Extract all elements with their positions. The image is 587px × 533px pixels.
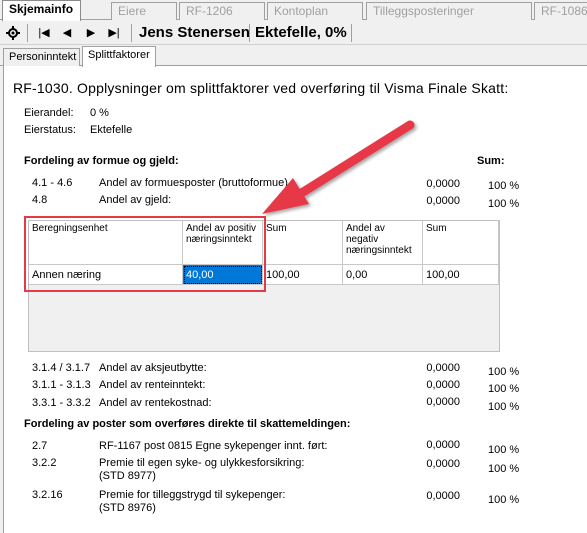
toolbar-separator [249, 24, 250, 42]
row-label: Andel av aksjeutbytte: [99, 362, 207, 374]
grid-header-sum[interactable]: Sum [263, 221, 343, 265]
toolbar-separator [131, 24, 132, 42]
syke-ulykke-sum-pct: 100 % [488, 463, 520, 475]
formue-value-field[interactable]: 0,0000 [336, 176, 464, 192]
sum-heading: Sum: [477, 155, 505, 167]
aksjeutbytte-value-field[interactable]: 0,0000 [336, 360, 464, 376]
grid-cell-andel-negativ[interactable]: 0,00 [343, 265, 423, 285]
page-title: RF-1030. Opplysninger om splittfaktorer … [13, 80, 509, 96]
gear-icon[interactable] [2, 23, 24, 43]
eierstatus-value: Ektefelle [90, 124, 133, 136]
row-code: 3.3.1 - 3.3.2 [32, 397, 91, 409]
previous-record-icon[interactable]: ◀ [56, 23, 78, 43]
gjeld-value-field[interactable]: 0,0000 [336, 193, 464, 209]
eierstatus-label: Eierstatus: [24, 124, 76, 136]
row-code: 4.8 [32, 194, 48, 206]
renteinntekt-sum-pct: 100 % [488, 383, 520, 395]
splittfaktorer-panel: RF-1030. Opplysninger om splittfaktorer … [3, 66, 587, 533]
sykepenger-value-field[interactable]: 0,0000 [336, 437, 464, 453]
tab-skjemainfo[interactable]: Skjemainfo [2, 0, 81, 21]
rentekostnad-value-field[interactable]: 0,0000 [336, 394, 464, 410]
tilleggstrygd-value-field[interactable]: 0,0000 [336, 488, 464, 504]
section-heading-formue: Fordeling av formue og gjeld: [24, 155, 179, 167]
syke-ulykke-value-field[interactable]: 0,0000 [336, 456, 464, 472]
grid-cell-sum[interactable]: 100,00 [263, 265, 343, 285]
aksjeutbytte-sum-pct: 100 % [488, 366, 520, 378]
row-code: 3.2.16 [32, 489, 63, 501]
toolbar-separator [351, 24, 352, 42]
formue-sum-pct: 100 % [488, 180, 520, 192]
section-heading-direkte: Fordeling av poster som overføres direkt… [24, 418, 351, 430]
first-record-icon[interactable]: |◀ [33, 23, 55, 43]
sub-tab-bar: Personinntekt Splittfaktorer [0, 46, 587, 67]
grid-header-sum[interactable]: Sum [423, 221, 499, 265]
row-label: Andel av formuesposter (bruttoformue) [99, 177, 288, 189]
grid-header-andel-negativ[interactable]: Andel av negativ næringsinntekt [343, 221, 423, 265]
tab-eiere[interactable]: Eiere [111, 2, 177, 20]
row-code: 3.2.2 [32, 457, 57, 469]
callout-highlight-box [24, 216, 266, 292]
top-tab-bar: Skjemainfo Eiere RF-1206 Kontoplan Tille… [0, 0, 587, 21]
row-label: RF-1167 post 0815 Egne sykepenger innt. … [99, 440, 328, 452]
row-label: Premie til egen syke- og ulykkesforsikri… [99, 457, 305, 469]
owner-name: Jens Stenersen [139, 24, 250, 41]
row-code: 4.1 - 4.6 [32, 177, 73, 189]
renteinntekt-value-field[interactable]: 0,0000 [336, 377, 464, 393]
tab-kontoplan[interactable]: Kontoplan [267, 2, 363, 20]
row-label-sub: (STD 8977) [99, 470, 156, 482]
tab-rf-1086[interactable]: RF-1086 [534, 2, 587, 20]
row-code: 2.7 [32, 440, 48, 452]
sykepenger-sum-pct: 100 % [488, 444, 520, 456]
row-code: 3.1.1 - 3.1.3 [32, 379, 91, 391]
toolbar: |◀ ◀ ▶ ▶| Jens Stenersen Ektefelle, 0% [0, 21, 587, 45]
gjeld-sum-pct: 100 % [488, 198, 520, 210]
grid-cell-sum[interactable]: 100,00 [423, 265, 499, 285]
tab-splittfaktorer[interactable]: Splittfaktorer [82, 46, 156, 67]
owner-status: Ektefelle, 0% [255, 24, 347, 41]
next-record-icon[interactable]: ▶ [80, 23, 102, 43]
last-record-icon[interactable]: ▶| [103, 23, 125, 43]
tab-tilleggsposteringer[interactable]: Tilleggsposteringer [366, 2, 532, 20]
toolbar-separator [27, 24, 28, 42]
rentekostnad-sum-pct: 100 % [488, 401, 520, 413]
tab-rf-1206[interactable]: RF-1206 [179, 2, 265, 20]
tilleggstrygd-sum-pct: 100 % [488, 494, 520, 506]
row-label: Andel av rentekostnad: [99, 397, 212, 409]
row-code: 3.1.4 / 3.1.7 [32, 362, 91, 374]
row-label: Premie for tilleggstrygd til sykepenger: [99, 489, 286, 501]
tab-personinntekt[interactable]: Personinntekt [3, 48, 80, 66]
eierandel-value: 0 % [90, 107, 109, 119]
row-label: Andel av renteinntekt: [99, 379, 206, 391]
row-label-sub: (STD 8976) [99, 502, 156, 514]
eierandel-label: Eierandel: [24, 107, 74, 119]
row-label: Andel av gjeld: [99, 194, 172, 206]
